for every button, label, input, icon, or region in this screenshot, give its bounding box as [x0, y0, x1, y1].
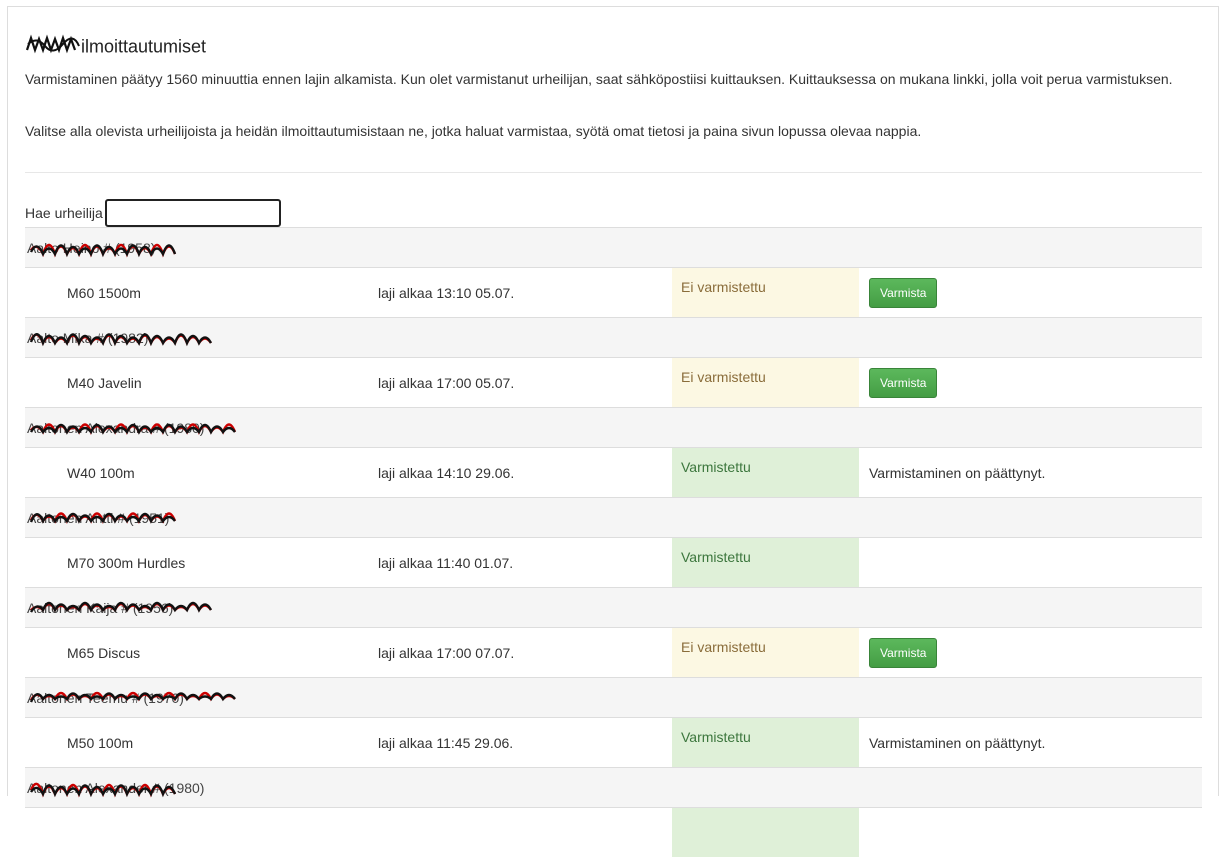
- status-badge: Varmistettu: [672, 718, 859, 767]
- event-row: M70 300m Hurdles laji alkaa 11:40 01.07. V…: [25, 537, 1202, 587]
- event-name: M70 300m Hurdles: [67, 554, 186, 571]
- athlete-table: Aalto Heino # (1958) M60 1500m laji alkaa …: [25, 227, 1202, 857]
- redaction-scribble: [29, 423, 237, 435]
- confirmation-closed-note: Varmistaminen on päättynyt.: [869, 734, 1046, 751]
- action-cell: [859, 808, 1202, 857]
- registrations-panel: ilmoittautumiset Varmistaminen päätyy 15…: [7, 6, 1219, 857]
- event-row: M50 100m laji alkaa 11:45 29.06. Varmistet…: [25, 717, 1202, 767]
- status-badge: Ei varmistettu: [672, 628, 859, 677]
- event-name: M60 1500m: [67, 284, 141, 301]
- event-start-time: laji alkaa 11:40 01.07.: [378, 554, 514, 571]
- athlete-name-row: Aalto Heino # (1958): [25, 227, 1202, 267]
- status-badge: Ei varmistettu: [672, 268, 859, 317]
- status-badge: Ei varmistettu: [672, 358, 859, 407]
- event-name: W40 100m: [67, 464, 135, 481]
- event-start-time: laji alkaa 11:45 29.06.: [378, 734, 514, 751]
- status-badge: [672, 808, 859, 857]
- athlete-name-row: Aaltonen Alexander # (1980): [25, 767, 1202, 807]
- event-start-time: laji alkaa 17:00 05.07.: [378, 374, 515, 391]
- search-input[interactable]: [104, 199, 281, 227]
- action-cell: Varmista: [859, 628, 1202, 677]
- action-cell: [859, 538, 1202, 587]
- event-row: [25, 807, 1202, 857]
- confirm-button[interactable]: Varmista: [869, 367, 938, 398]
- action-cell: Varmistaminen on päättynyt.: [859, 718, 1202, 767]
- page-title: ilmoittautumiset: [25, 34, 206, 56]
- event-name: M40 Javelin: [67, 374, 142, 391]
- intro-paragraph-deadline: Varmistaminen päätyy 1560 minuuttia enne…: [25, 71, 1173, 87]
- action-cell: Varmista: [859, 268, 1202, 317]
- action-cell: Varmistaminen on päättynyt.: [859, 448, 1202, 497]
- redaction-scribble: [29, 691, 236, 703]
- athlete-name-row: Aaltonen Teemu # (1970): [25, 677, 1202, 717]
- divider: [25, 172, 1202, 173]
- redaction-scribble: [29, 601, 213, 613]
- confirmation-closed-note: Varmistaminen on päättynyt.: [869, 464, 1046, 481]
- athlete-name-row: Aalto Mika # (1982): [25, 317, 1202, 357]
- event-row: M40 Javelin laji alkaa 17:00 05.07. Ei var…: [25, 357, 1202, 407]
- intro-paragraph-instructions: Valitse alla olevista urheilijoista ja h…: [25, 123, 922, 139]
- status-badge: Varmistettu: [672, 538, 859, 587]
- athlete-name-row: Aaltonen Antti # (1951): [25, 497, 1202, 537]
- event-name: M50 100m: [67, 734, 134, 751]
- redaction-scribble: [29, 243, 177, 258]
- confirm-button[interactable]: Varmista: [869, 637, 938, 668]
- athlete-name-row: Aaltonen Kaija # (1956): [25, 587, 1202, 627]
- event-start-time: laji alkaa 14:10 29.06.: [378, 464, 515, 481]
- event-row: M65 Discus laji alkaa 17:00 07.07. Ei varm…: [25, 627, 1202, 677]
- redacted-title-word: [25, 34, 81, 61]
- event-name: [25, 808, 378, 857]
- athlete-name-row: Aaltonen Alexandra # (1980): [25, 407, 1202, 447]
- action-cell: Varmista: [859, 358, 1202, 407]
- status-badge: Varmistettu: [672, 448, 859, 497]
- event-start-time: laji alkaa 13:10 05.07.: [378, 284, 515, 301]
- redaction-scribble: [29, 782, 177, 798]
- page-title-text: ilmoittautumiset: [81, 36, 207, 57]
- event-row: W40 100m laji alkaa 14:10 29.06. Varmistet…: [25, 447, 1202, 497]
- event-row: M60 1500m laji alkaa 13:10 05.07. Ei varmi…: [25, 267, 1202, 317]
- redaction-scribble: [29, 512, 177, 524]
- confirm-button[interactable]: Varmista: [869, 277, 938, 308]
- event-name: M65 Discus: [67, 644, 141, 661]
- search-label: Hae urheilija: [25, 205, 103, 221]
- athlete-search: Hae urheilija: [25, 197, 281, 229]
- event-start-time: [378, 808, 672, 857]
- event-start-time: laji alkaa 17:00 07.07.: [378, 644, 515, 661]
- redaction-scribble: [29, 333, 213, 347]
